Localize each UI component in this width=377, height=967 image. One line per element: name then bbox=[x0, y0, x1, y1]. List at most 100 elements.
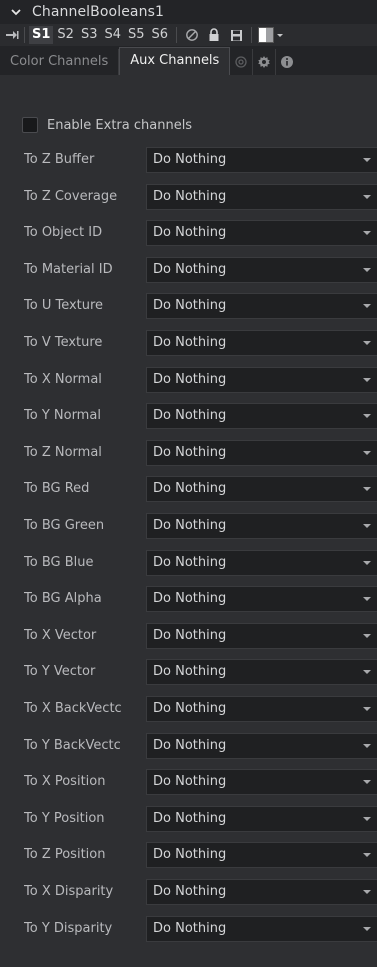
caret-down-icon bbox=[363, 414, 371, 419]
channel-action-dropdown[interactable]: Do Nothing bbox=[146, 622, 377, 649]
channel-row-label: To Y BackVectc bbox=[24, 737, 121, 753]
channel-action-dropdown[interactable]: Do Nothing bbox=[146, 879, 377, 905]
caret-down-icon bbox=[363, 670, 371, 675]
channel-action-dropdown[interactable]: Do Nothing bbox=[146, 183, 377, 210]
channel-row: To BG Green Do Nothing bbox=[0, 513, 377, 539]
channel-row: To Y Disparity Do Nothing bbox=[0, 915, 377, 942]
caret-down-icon bbox=[363, 926, 371, 931]
slot-s2-button[interactable]: S2 bbox=[54, 26, 77, 44]
disable-icon[interactable] bbox=[183, 26, 201, 44]
tool-title: ChannelBooleans1 bbox=[32, 4, 164, 20]
channel-action-dropdown[interactable]: Do Nothing bbox=[146, 147, 377, 173]
slot-s4-button[interactable]: S4 bbox=[101, 26, 124, 44]
channel-action-dropdown[interactable]: Do Nothing bbox=[146, 732, 377, 759]
tool-header[interactable]: ChannelBooleans1 bbox=[0, 0, 377, 24]
dropdown-value: Do Nothing bbox=[153, 298, 227, 314]
inspector-panel: ChannelBooleans1 S1 S2 S3 S4 S5 S6 Color… bbox=[0, 0, 377, 967]
save-icon[interactable] bbox=[227, 26, 245, 44]
dropdown-value: Do Nothing bbox=[153, 371, 227, 387]
channel-row: To Y Position Do Nothing bbox=[0, 805, 377, 832]
channel-action-dropdown[interactable]: Do Nothing bbox=[146, 586, 377, 613]
channel-row: To Material ID Do Nothing bbox=[0, 256, 377, 283]
caret-down-icon bbox=[363, 450, 371, 455]
dropdown-value: Do Nothing bbox=[153, 152, 227, 167]
channel-action-dropdown[interactable]: Do Nothing bbox=[146, 769, 377, 796]
channel-row: To BG Blue Do Nothing bbox=[0, 549, 377, 576]
caret-down-icon bbox=[363, 560, 371, 565]
channel-row-label: To X BackVectc bbox=[24, 701, 122, 716]
channel-action-dropdown[interactable]: Do Nothing bbox=[146, 696, 377, 722]
caret-down-icon bbox=[363, 194, 371, 199]
channel-action-dropdown[interactable]: Do Nothing bbox=[146, 366, 377, 393]
caret-down-icon bbox=[277, 33, 284, 37]
channel-row-label: To X Position bbox=[24, 774, 106, 790]
caret-down-icon bbox=[363, 890, 371, 894]
channel-action-dropdown[interactable]: Do Nothing bbox=[146, 256, 377, 283]
dropdown-value: Do Nothing bbox=[153, 774, 227, 790]
channel-action-dropdown[interactable]: Do Nothing bbox=[146, 330, 377, 356]
dropdown-value: Do Nothing bbox=[153, 261, 227, 277]
caret-down-icon bbox=[363, 487, 371, 492]
dropdown-value: Do Nothing bbox=[153, 408, 227, 424]
enable-extra-channels-checkbox[interactable] bbox=[22, 117, 38, 133]
channel-row: To Y BackVectc Do Nothing bbox=[0, 732, 377, 759]
channel-action-dropdown[interactable]: Do Nothing bbox=[146, 220, 377, 247]
caret-down-icon bbox=[363, 816, 371, 821]
slot-s3-button[interactable]: S3 bbox=[78, 26, 101, 44]
channel-row-label: To X Disparity bbox=[24, 884, 114, 899]
channel-action-dropdown[interactable]: Do Nothing bbox=[146, 513, 377, 539]
divider bbox=[176, 27, 178, 43]
channel-row: To BG Red Do Nothing bbox=[0, 476, 377, 503]
caret-down-icon bbox=[363, 267, 371, 272]
color-swatch-dropdown[interactable] bbox=[258, 27, 284, 43]
channel-row-label: To BG Blue bbox=[24, 554, 94, 570]
channel-action-dropdown[interactable]: Do Nothing bbox=[146, 549, 377, 576]
slot-s5-button[interactable]: S5 bbox=[125, 26, 148, 44]
channel-row-label: To BG Red bbox=[24, 481, 90, 497]
tab-color-channels[interactable]: Color Channels bbox=[0, 49, 120, 75]
dropdown-value: Do Nothing bbox=[153, 591, 227, 607]
dropdown-value: Do Nothing bbox=[153, 444, 227, 460]
channel-row: To X Position Do Nothing bbox=[0, 769, 377, 796]
enable-extra-channels-label: Enable Extra channels bbox=[47, 117, 193, 133]
channel-action-dropdown[interactable]: Do Nothing bbox=[146, 293, 377, 320]
caret-down-icon bbox=[363, 341, 371, 345]
channel-action-dropdown[interactable]: Do Nothing bbox=[146, 842, 377, 869]
slot-s6-button[interactable]: S6 bbox=[149, 26, 172, 44]
channel-action-dropdown[interactable]: Do Nothing bbox=[146, 915, 377, 942]
dropdown-value: Do Nothing bbox=[153, 847, 227, 863]
channel-row-label: To Y Disparity bbox=[24, 920, 113, 936]
channel-row: To V Texture Do Nothing bbox=[0, 330, 377, 356]
channel-row-label: To BG Alpha bbox=[24, 591, 102, 607]
channel-row: To Y Normal Do Nothing bbox=[0, 403, 377, 430]
caret-down-icon bbox=[363, 158, 371, 162]
slot-s1-button[interactable]: S1 bbox=[29, 26, 54, 44]
channel-row: To X BackVectc Do Nothing bbox=[0, 696, 377, 722]
channel-action-dropdown[interactable]: Do Nothing bbox=[146, 476, 377, 503]
enable-extra-channels-toggle[interactable]: Enable Extra channels bbox=[22, 116, 192, 134]
tab-aux-channels[interactable]: Aux Channels bbox=[119, 47, 231, 75]
settings-alt-icon[interactable] bbox=[230, 49, 254, 75]
chevron-down-icon[interactable] bbox=[9, 5, 23, 19]
channel-action-dropdown[interactable]: Do Nothing bbox=[146, 805, 377, 832]
info-icon[interactable] bbox=[276, 49, 298, 75]
dropdown-value: Do Nothing bbox=[153, 627, 227, 643]
channel-row: To Z Coverage Do Nothing bbox=[0, 183, 377, 210]
channel-action-dropdown[interactable]: Do Nothing bbox=[146, 439, 377, 466]
channel-row: To BG Alpha Do Nothing bbox=[0, 586, 377, 613]
dropdown-value: Do Nothing bbox=[153, 335, 227, 350]
dropdown-value: Do Nothing bbox=[153, 225, 227, 241]
channel-action-dropdown[interactable]: Do Nothing bbox=[146, 659, 377, 686]
channel-row-label: To X Normal bbox=[24, 371, 102, 387]
pin-icon[interactable] bbox=[4, 28, 20, 42]
divider bbox=[24, 27, 25, 43]
lock-icon[interactable] bbox=[205, 26, 223, 44]
channel-row: To Z Normal Do Nothing bbox=[0, 439, 377, 466]
caret-down-icon bbox=[363, 707, 371, 711]
channel-row: To X Disparity Do Nothing bbox=[0, 879, 377, 905]
caret-down-icon bbox=[363, 780, 371, 785]
gear-icon[interactable] bbox=[253, 49, 277, 75]
channel-action-dropdown[interactable]: Do Nothing bbox=[146, 403, 377, 430]
channel-row-label: To Z Buffer bbox=[24, 152, 95, 167]
channel-row-label: To V Texture bbox=[24, 335, 103, 350]
